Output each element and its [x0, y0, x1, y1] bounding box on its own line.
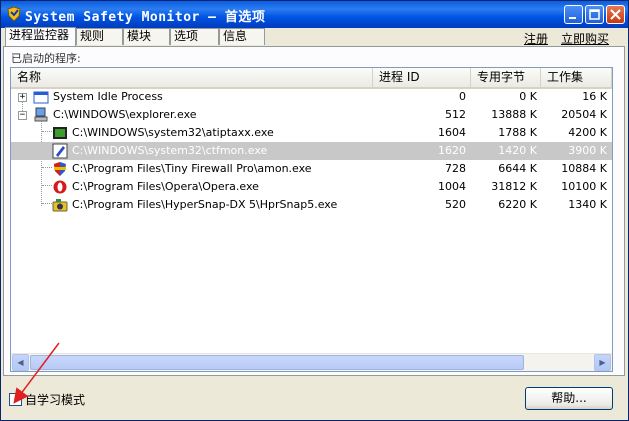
process-list[interactable]: 名称 进程 ID 专用字节 工作集 + System Idle Process …: [10, 67, 613, 372]
close-icon: [610, 9, 621, 20]
minimize-icon: [569, 17, 576, 19]
self-learning-label[interactable]: 自学习模式: [25, 391, 85, 408]
scroll-thumb[interactable]: [30, 355, 524, 370]
ati-icon: [53, 127, 67, 139]
table-row[interactable]: C:\Program Files\Tiny Firewall Pro\amon.…: [11, 160, 612, 178]
camera-icon: [52, 199, 68, 212]
tab-info[interactable]: 信息: [219, 28, 265, 45]
process-id: 512: [445, 108, 466, 121]
tab-modules[interactable]: 模块: [123, 28, 170, 45]
close-button[interactable]: [606, 5, 625, 24]
pen-icon: [52, 143, 68, 159]
buy-now-link[interactable]: 立即购买: [561, 30, 609, 47]
process-name: C:\Program Files\HyperSnap-DX 5\HprSnap5…: [72, 198, 338, 211]
private-bytes: 6220 K: [498, 198, 537, 211]
process-name: C:\Program Files\Opera\Opera.exe: [72, 180, 259, 193]
header-private-bytes[interactable]: 专用字节: [471, 68, 541, 87]
scroll-right-button[interactable]: ▶: [594, 354, 611, 371]
private-bytes: 31812 K: [491, 180, 537, 193]
process-id: 520: [445, 198, 466, 211]
window-title: System Safety Monitor — 首选项: [25, 10, 266, 25]
tab-options[interactable]: 选项: [170, 28, 219, 45]
list-header: 名称 进程 ID 专用字节 工作集: [11, 68, 612, 89]
maximize-icon: [589, 9, 600, 20]
opera-icon: [53, 180, 67, 194]
title-bar[interactable]: System Safety Monitor — 首选项: [1, 1, 628, 28]
table-row[interactable]: C:\Program Files\Opera\Opera.exe 1004 31…: [11, 178, 612, 196]
process-id: 1604: [438, 126, 466, 139]
process-id: 1620: [438, 144, 466, 157]
table-row-selected[interactable]: C:\WINDOWS\system32\ctfmon.exe 1620 1420…: [11, 142, 612, 160]
header-working-set[interactable]: 工作集: [541, 68, 612, 87]
started-programs-label: 已启动的程序:: [11, 52, 81, 65]
working-set: 10100 K: [561, 180, 607, 193]
register-link[interactable]: 注册: [524, 30, 548, 47]
private-bytes: 6644 K: [498, 162, 537, 175]
working-set: 16 K: [582, 90, 607, 103]
process-name: C:\WINDOWS\explorer.exe: [53, 108, 197, 121]
computer-icon: [34, 107, 48, 122]
private-bytes: 13888 K: [491, 108, 537, 121]
scroll-left-button[interactable]: ◀: [12, 354, 29, 371]
self-learning-checkbox[interactable]: [9, 393, 22, 406]
process-id: 1004: [438, 180, 466, 193]
process-name: C:\Program Files\Tiny Firewall Pro\amon.…: [72, 162, 312, 175]
tab-process-monitor[interactable]: 进程监控器: [5, 27, 76, 46]
collapse-icon[interactable]: −: [18, 111, 27, 120]
private-bytes: 0 K: [519, 90, 537, 103]
preferences-window: System Safety Monitor — 首选项 进程监控器 规则 模块 …: [0, 0, 629, 421]
header-name[interactable]: 名称: [11, 68, 373, 87]
working-set: 20504 K: [561, 108, 607, 121]
help-button[interactable]: 帮助...: [525, 387, 613, 410]
shield-icon: [54, 162, 66, 176]
working-set: 4200 K: [568, 126, 607, 139]
process-id: 728: [445, 162, 466, 175]
app-shield-icon: [7, 6, 21, 22]
working-set: 10884 K: [561, 162, 607, 175]
header-pid[interactable]: 进程 ID: [373, 68, 471, 87]
expand-icon[interactable]: +: [18, 93, 27, 102]
minimize-button[interactable]: [564, 5, 583, 24]
table-row[interactable]: C:\Program Files\HyperSnap-DX 5\HprSnap5…: [11, 196, 612, 214]
private-bytes: 1420 K: [498, 144, 537, 157]
process-id: 0: [459, 90, 466, 103]
tab-rules[interactable]: 规则: [76, 28, 123, 45]
process-name: System Idle Process: [53, 90, 163, 103]
maximize-button[interactable]: [585, 5, 604, 24]
working-set: 1340 K: [568, 198, 607, 211]
process-name: C:\WINDOWS\system32\ctfmon.exe: [72, 144, 268, 157]
process-name: C:\WINDOWS\system32\atiptaxx.exe: [72, 126, 274, 139]
table-row[interactable]: C:\WINDOWS\system32\atiptaxx.exe 1604 17…: [11, 124, 612, 142]
table-row[interactable]: + System Idle Process 0 0 K 16 K: [11, 88, 612, 106]
horizontal-scrollbar[interactable]: ◀ ▶: [11, 353, 612, 371]
private-bytes: 1788 K: [498, 126, 537, 139]
working-set: 3900 K: [568, 144, 607, 157]
table-row[interactable]: − C:\WINDOWS\explorer.exe 512 13888 K 20…: [11, 106, 612, 124]
system-window-icon: [33, 91, 49, 104]
